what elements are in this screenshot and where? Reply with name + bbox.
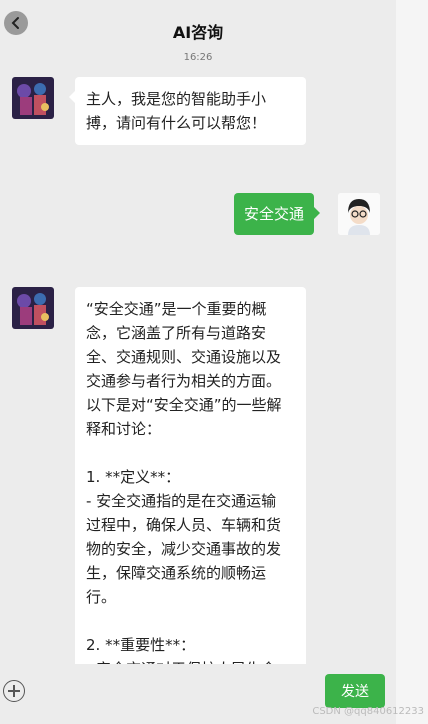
plus-circle-icon[interactable] [3, 680, 25, 702]
bot-avatar [12, 77, 54, 119]
chat-header: AI咨询 [0, 0, 396, 52]
bot-avatar [12, 287, 54, 329]
send-button[interactable]: 发送 [325, 674, 385, 708]
watermark: CSDN @qq840612233 [312, 706, 424, 717]
message-timestamp: 16:26 [183, 52, 213, 63]
user-avatar [338, 193, 380, 235]
message-input[interactable] [30, 676, 318, 708]
bot-message-bubble: 主人，我是您的智能助手小 搏，请问有什么可以帮您！ [69, 77, 306, 145]
user-message-bubble: 安全交通 [234, 193, 321, 235]
page-title: AI咨询 [172, 23, 224, 42]
side-panel [396, 0, 428, 724]
bot-message-bubble: “安全交通”是一个重要的概 念，它涵盖了所有与道路安 全、交通规则、交通设施以及… [75, 287, 306, 717]
